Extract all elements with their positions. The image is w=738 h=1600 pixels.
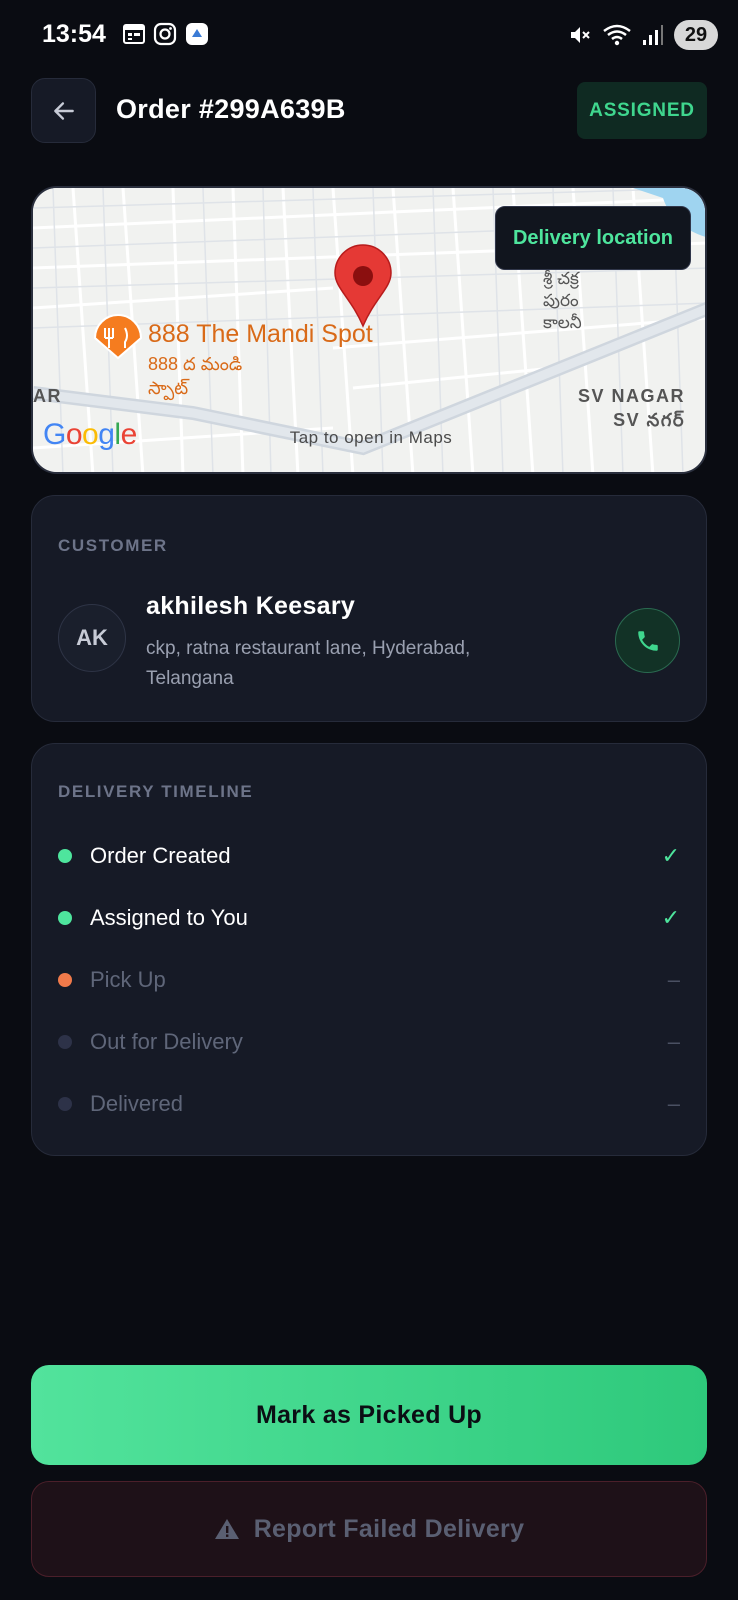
customer-name: akhilesh Keesary (146, 592, 356, 620)
status-dot (58, 1097, 72, 1111)
app-notification-icon (186, 23, 208, 45)
warning-icon (214, 1519, 239, 1539)
arrow-left-icon (53, 101, 74, 120)
customer-section-label: CUSTOMER (58, 536, 168, 555)
status-dot (58, 911, 72, 925)
dash-icon: – (667, 1029, 680, 1054)
phone-icon (637, 630, 658, 651)
timeline-step-order-created: Order Created ✓ (58, 841, 680, 871)
dash-icon: – (667, 967, 680, 992)
customer-address: ckp, ratna restaurant lane, Hyderabad, T… (146, 638, 471, 689)
avatar: AK (58, 604, 126, 672)
call-button[interactable] (615, 608, 680, 673)
timeline-step-delivered: Delivered – (58, 1089, 680, 1119)
page-title: Order #299A639B (116, 94, 346, 124)
map-area-label: SV NAGAR SV నగర్ (577, 386, 685, 430)
timeline-step-pick-up: Pick Up – (58, 965, 680, 995)
customer-card: CUSTOMER AK akhilesh Keesary ckp, ratna … (31, 495, 707, 722)
wifi-icon (603, 24, 631, 46)
map-place-name: 888 The Mandi Spot (148, 320, 373, 348)
tap-to-open-maps[interactable]: Tap to open in Maps (33, 428, 705, 448)
status-bar: 13:54 29 (0, 0, 738, 70)
map-preview[interactable]: Delivery location శ్రీ చక్ర పురం కాలనీ 888… (31, 186, 707, 474)
instagram-icon (153, 22, 177, 46)
mute-icon (571, 27, 590, 43)
timeline-card: DELIVERY TIMELINE Order Created ✓ Assign… (31, 743, 707, 1156)
timeline-step-out-for-delivery: Out for Delivery – (58, 1027, 680, 1057)
calendar-icon (123, 24, 145, 44)
battery-indicator: 29 (674, 20, 718, 50)
signal-icon (643, 25, 663, 45)
status-dot (58, 1035, 72, 1049)
timeline-step-assigned: Assigned to You ✓ (58, 903, 680, 933)
check-icon: ✓ (661, 843, 680, 868)
status-time: 13:54 (42, 20, 106, 48)
mark-picked-up-button[interactable]: Mark as Picked Up (31, 1365, 707, 1465)
dash-icon: – (667, 1091, 680, 1116)
back-button[interactable] (31, 78, 96, 143)
report-failed-delivery-button[interactable]: Report Failed Delivery (31, 1481, 707, 1577)
status-dot (58, 849, 72, 863)
status-dot (58, 973, 72, 987)
timeline-section-label: DELIVERY TIMELINE (58, 782, 254, 801)
map-label-colony: శ్రీ చక్ర పురం కాలనీ (543, 269, 582, 332)
map-place-local: 888 ద మండి స్పాట్ (148, 354, 243, 398)
status-right: 29 (568, 20, 718, 50)
report-failed-label: Report Failed Delivery (253, 1514, 525, 1543)
map-area-left: AR (33, 386, 62, 406)
delivery-location-badge: Delivery location (494, 206, 691, 270)
check-icon: ✓ (661, 905, 680, 930)
status-badge: ASSIGNED (577, 82, 707, 139)
